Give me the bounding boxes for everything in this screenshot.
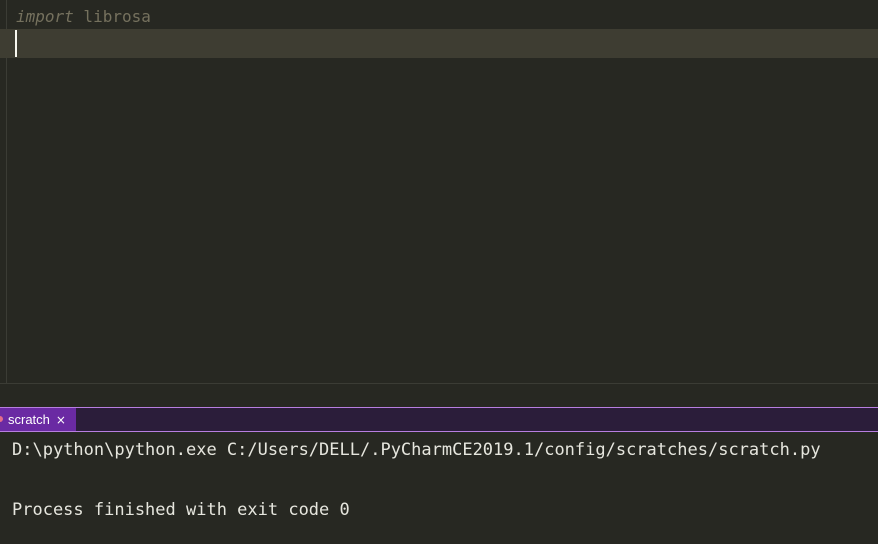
close-icon[interactable]: × <box>56 413 66 427</box>
console-command-line: D:\python\python.exe C:/Users/DELL/.PyCh… <box>12 440 821 460</box>
code-editor[interactable]: import librosa <box>0 0 878 384</box>
current-line-highlight[interactable] <box>0 29 878 58</box>
run-tab-bar: scratch × <box>0 407 878 432</box>
module-name: librosa <box>73 7 151 26</box>
tab-scratch[interactable]: scratch × <box>0 408 76 431</box>
tab-scratch-label: scratch <box>8 412 50 427</box>
run-console-output[interactable]: D:\python\python.exe C:/Users/DELL/.PyCh… <box>0 432 878 544</box>
code-line-1-text: import librosa <box>16 8 151 26</box>
text-caret <box>15 30 17 57</box>
code-line-1[interactable]: import librosa <box>0 3 878 32</box>
run-status-dot-icon <box>0 416 3 422</box>
import-keyword: import <box>16 7 74 26</box>
panel-splitter[interactable] <box>0 384 878 407</box>
console-exit-message: Process finished with exit code 0 <box>12 500 350 520</box>
